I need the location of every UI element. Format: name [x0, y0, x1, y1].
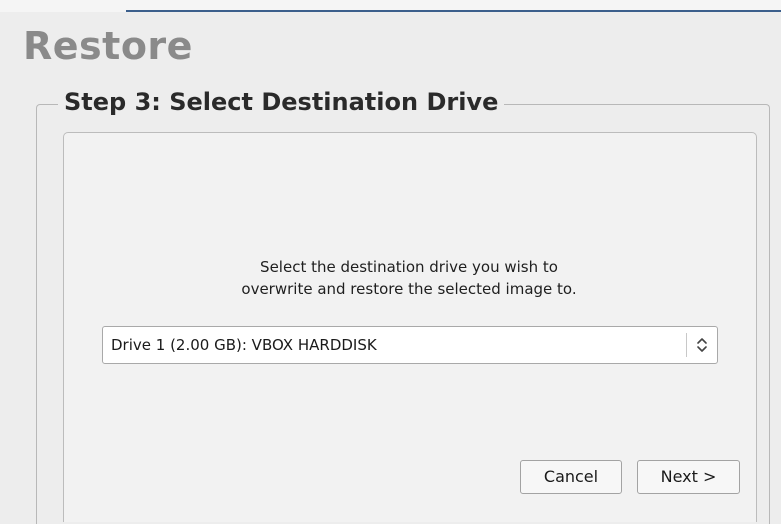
- select-separator: [686, 333, 687, 357]
- instructions-text: Select the destination drive you wish to…: [164, 256, 654, 300]
- cancel-button[interactable]: Cancel: [520, 460, 622, 494]
- next-button[interactable]: Next >: [637, 460, 740, 494]
- chevron-up-down-icon: [697, 338, 707, 352]
- destination-drive-select[interactable]: Drive 1 (2.00 GB): VBOX HARDDISK: [102, 326, 718, 364]
- step-legend: Step 3: Select Destination Drive: [58, 86, 505, 118]
- destination-drive-value: Drive 1 (2.00 GB): VBOX HARDDISK: [111, 336, 377, 354]
- page-title: Restore: [23, 24, 193, 68]
- instructions-line-1: Select the destination drive you wish to: [260, 258, 558, 276]
- window-top-border: [126, 10, 781, 12]
- instructions-line-2: overwrite and restore the selected image…: [241, 280, 577, 298]
